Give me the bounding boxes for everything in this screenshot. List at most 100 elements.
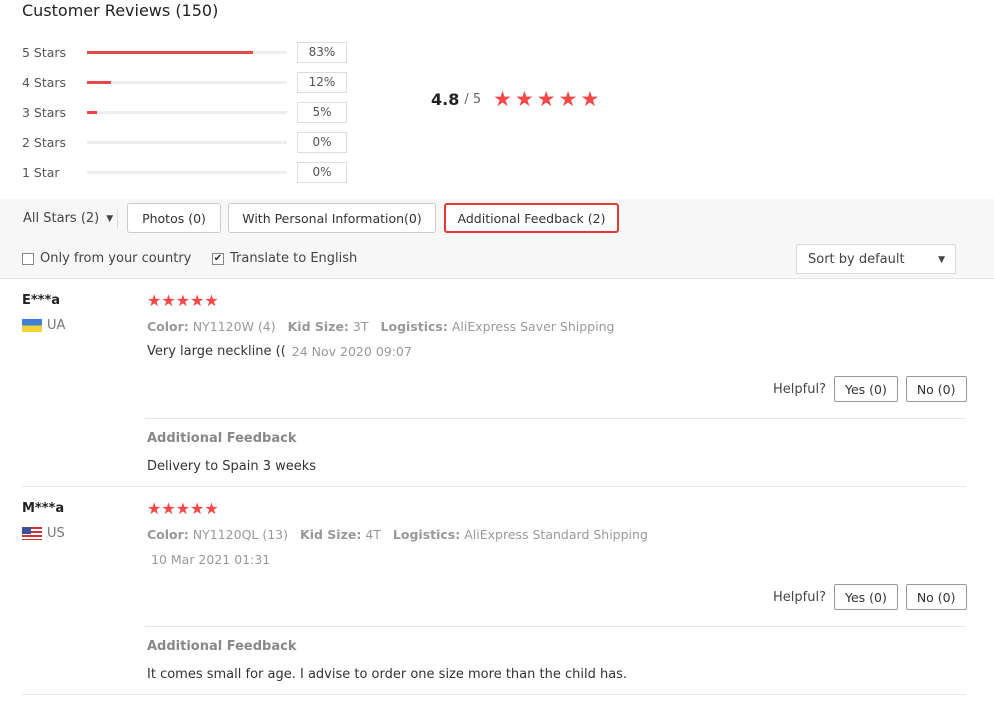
star-icon: ★ xyxy=(161,291,176,310)
rating-bar-fill xyxy=(87,50,253,54)
us-flag-icon xyxy=(22,527,42,540)
overall-rating: 4.8 / 5 ★ ★ ★ ★ ★ xyxy=(431,89,602,110)
attr-color: Color: NY1120W (4) xyxy=(147,319,276,334)
filter-bar: All Stars (2) ▼ Photos (0) With Personal… xyxy=(0,199,994,279)
star-icon: ★ xyxy=(175,291,191,310)
rating-label: 5 Stars xyxy=(22,44,67,60)
reviewer-name: E***a xyxy=(22,293,61,308)
review-stars: ★ ★ ★ ★ ★ xyxy=(147,501,219,517)
star-icon: ★ xyxy=(204,291,219,310)
rating-percent: 0% xyxy=(297,131,347,153)
rating-bar xyxy=(87,110,287,114)
overall-stars: ★ ★ ★ ★ ★ xyxy=(493,89,602,110)
star-icon: ★ xyxy=(147,499,162,518)
rating-bar xyxy=(87,80,287,84)
translate-label: Translate to English xyxy=(230,251,358,266)
attr-value: 3T xyxy=(352,319,369,334)
rating-label: 2 Stars xyxy=(22,134,67,150)
additional-feedback-title: Additional Feedback xyxy=(147,639,297,654)
attr-key: Logistics: xyxy=(392,527,461,542)
review-attributes: Color: NY1120W (4) Kid Size: 3T Logistic… xyxy=(147,319,626,334)
divider xyxy=(22,486,966,487)
review-attributes: Color: NY1120QL (13) Kid Size: 4T Logist… xyxy=(147,527,660,542)
review-stars: ★ ★ ★ ★ ★ xyxy=(147,293,219,309)
star-icon: ★ xyxy=(190,291,205,310)
attr-key: Kid Size: xyxy=(300,527,362,542)
star-icon: ★ xyxy=(175,499,191,518)
rating-bar xyxy=(87,170,287,174)
all-stars-dropdown[interactable]: All Stars (2) ▼ xyxy=(23,211,113,226)
translate-checkbox[interactable]: ✔ xyxy=(212,252,224,265)
rating-row-1: 1 Star 0% xyxy=(22,157,347,187)
star-icon: ★ xyxy=(161,499,176,518)
rating-bar-fill xyxy=(87,110,97,114)
attr-value: NY1120QL (13) xyxy=(192,527,289,542)
sort-label: Sort by default xyxy=(808,251,905,267)
rating-percent: 0% xyxy=(297,161,347,183)
review-date: 10 Mar 2021 01:31 xyxy=(151,552,271,567)
rating-percent: 5% xyxy=(297,101,347,123)
helpful-label: Helpful? xyxy=(773,381,826,397)
attr-size: Kid Size: 4T xyxy=(300,527,381,542)
attr-color: Color: NY1120QL (13) xyxy=(147,527,288,542)
country-code: US xyxy=(47,526,65,541)
reviewer-country: UA xyxy=(22,318,65,333)
attr-logistics: Logistics: AliExpress Saver Shipping xyxy=(381,319,615,334)
divider xyxy=(117,209,118,229)
rating-row-3: 3 Stars 5% xyxy=(22,97,347,127)
star-icon: ★ xyxy=(580,87,600,111)
rating-label: 4 Stars xyxy=(22,74,67,90)
attr-key: Color: xyxy=(147,319,189,334)
divider xyxy=(22,694,966,695)
sort-select[interactable]: Sort by default ▼ xyxy=(796,244,956,274)
rating-percent: 83% xyxy=(297,41,347,63)
review-body: Very large neckline (( 24 Nov 2020 09:07 xyxy=(147,344,412,359)
star-icon: ★ xyxy=(558,87,578,111)
helpful-votes: Helpful? Yes (0) No (0) xyxy=(773,376,967,402)
only-country-checkbox[interactable] xyxy=(22,252,34,265)
reviewer-name: M***a xyxy=(22,501,65,516)
star-icon: ★ xyxy=(536,87,556,111)
helpful-no-button[interactable]: No (0) xyxy=(905,584,967,610)
helpful-votes: Helpful? Yes (0) No (0) xyxy=(773,584,967,610)
attr-key: Kid Size: xyxy=(287,319,349,334)
attr-value: NY1120W (4) xyxy=(192,319,276,334)
rating-label: 3 Stars xyxy=(22,104,67,120)
rating-bar xyxy=(87,50,287,54)
additional-feedback-title: Additional Feedback xyxy=(147,431,297,446)
star-icon: ★ xyxy=(190,499,205,518)
rating-bar-fill xyxy=(87,80,111,84)
star-icon: ★ xyxy=(514,87,534,111)
additional-feedback-filter-button[interactable]: Additional Feedback (2) xyxy=(444,203,619,233)
attr-key: Color: xyxy=(147,527,189,542)
all-stars-label: All Stars (2) xyxy=(23,211,100,226)
photos-filter-button[interactable]: Photos (0) xyxy=(127,203,221,233)
star-icon: ★ xyxy=(493,87,512,111)
helpful-label: Helpful? xyxy=(773,589,826,605)
rating-label: 1 Star xyxy=(22,164,60,180)
additional-feedback-text: It comes small for age. I advise to orde… xyxy=(147,667,628,682)
chevron-down-icon: ▼ xyxy=(106,213,114,224)
reviewer-country: US xyxy=(22,526,65,541)
attr-key: Logistics: xyxy=(380,319,448,334)
helpful-yes-button[interactable]: Yes (0) xyxy=(833,376,898,402)
attr-logistics: Logistics: AliExpress Standard Shipping xyxy=(393,527,648,542)
chevron-down-icon: ▼ xyxy=(938,255,945,265)
rating-row-5: 5 Stars 83% xyxy=(22,37,347,67)
additional-feedback-text: Delivery to Spain 3 weeks xyxy=(147,459,317,474)
divider xyxy=(145,418,966,419)
personal-info-filter-button[interactable]: With Personal Information(0) xyxy=(228,203,436,233)
rating-row-2: 2 Stars 0% xyxy=(22,127,347,157)
page-title: Customer Reviews (150) xyxy=(22,1,219,20)
only-country-option[interactable]: Only from your country xyxy=(22,251,191,266)
rating-bar xyxy=(87,140,287,144)
translate-option[interactable]: ✔ Translate to English xyxy=(212,251,357,266)
helpful-no-button[interactable]: No (0) xyxy=(905,376,967,402)
ukraine-flag-icon xyxy=(22,319,42,332)
star-icon: ★ xyxy=(204,499,219,518)
rating-row-4: 4 Stars 12% xyxy=(22,67,347,97)
divider xyxy=(145,626,966,627)
helpful-yes-button[interactable]: Yes (0) xyxy=(833,584,898,610)
overall-out-of: / 5 xyxy=(464,92,482,107)
country-code: UA xyxy=(47,318,66,333)
